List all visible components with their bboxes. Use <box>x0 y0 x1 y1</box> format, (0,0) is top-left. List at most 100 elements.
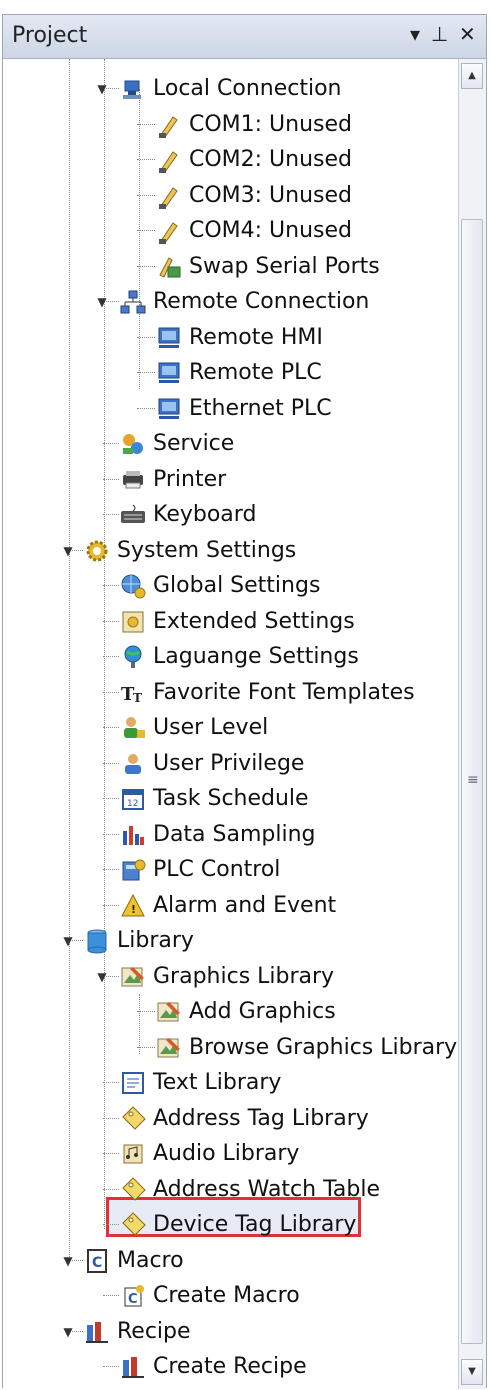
expand-toggle-icon[interactable]: ▼ <box>61 1322 75 1342</box>
tree-item[interactable]: COM3: Unused <box>3 181 458 217</box>
svg-text:C: C <box>92 1255 102 1271</box>
tree-item[interactable]: Audio Library <box>3 1139 458 1175</box>
tree-item-label: Library <box>117 928 194 953</box>
tree-item[interactable]: ! Alarm and Event <box>3 891 458 927</box>
pin-icon[interactable]: ⊥ <box>431 21 448 47</box>
graphics-icon <box>121 966 144 986</box>
tag-icon <box>122 1105 146 1130</box>
tree-item[interactable]: Swap Serial Ports <box>3 252 458 288</box>
expand-toggle-icon[interactable]: ▼ <box>95 292 109 312</box>
tree-item[interactable]: Address Watch Table <box>3 1175 458 1211</box>
tree-guide-line <box>137 230 155 231</box>
recipe-icon <box>119 1389 147 1390</box>
tree-item-label: Ethernet PLC <box>189 395 332 421</box>
tag-icon <box>122 1176 146 1201</box>
tree-item[interactable]: Keyboard <box>3 500 458 536</box>
tree-item[interactable]: COM4: Unused <box>3 216 458 252</box>
tree-item[interactable]: Browse Graphics Library <box>3 1033 458 1069</box>
expand-toggle-icon[interactable]: ▼ <box>61 931 75 951</box>
expand-toggle-icon[interactable]: ▼ <box>61 1251 75 1271</box>
plc-control-icon <box>122 859 146 881</box>
expand-toggle-icon[interactable]: ▼ <box>95 967 109 987</box>
tree-item-label: Create Recipe <box>153 1354 307 1379</box>
tree-item-label: COM1: Unused <box>189 111 353 137</box>
tree-item[interactable]: User Privilege <box>3 749 458 785</box>
scroll-down-button[interactable]: ▼ <box>461 1359 483 1385</box>
service-icon <box>123 434 143 454</box>
tree-item[interactable]: RD A <box>3 1388 458 1390</box>
language-icon <box>124 645 142 668</box>
tree-item[interactable]: User Level <box>3 713 458 749</box>
bar-chart-icon <box>123 825 144 845</box>
tree-item[interactable]: Text Library <box>3 1068 458 1104</box>
font-icon: TT <box>121 684 142 705</box>
tree-item-label: System Settings <box>117 537 297 563</box>
tree-item[interactable]: ▼ Local Connection <box>3 74 458 110</box>
close-icon[interactable]: ✕ <box>459 21 476 47</box>
tree-item[interactable]: ▼ System Settings <box>3 536 458 572</box>
tree-guide-line <box>103 1224 119 1225</box>
expand-toggle-icon[interactable]: ▼ <box>95 79 109 99</box>
tree-item[interactable]: Address Tag Library <box>3 1104 458 1140</box>
keyboard-icon <box>121 504 145 523</box>
tree-item[interactable]: Device Tag Library <box>3 1210 458 1246</box>
tree-item[interactable]: COM2: Unused <box>3 145 458 181</box>
tree-item-label: Create Macro <box>153 1283 300 1308</box>
scroll-thumb[interactable]: ≡ <box>461 219 483 1344</box>
tree-item-label: Remote PLC <box>189 360 322 385</box>
serial-cable-icon <box>159 186 178 209</box>
tree-guide-line <box>137 123 155 125</box>
user-privilege-icon <box>125 753 141 774</box>
globe-gear-icon <box>121 574 146 599</box>
tree-item[interactable]: ▼ Recipe <box>3 1317 458 1353</box>
tree-item[interactable]: Extended Settings <box>3 607 458 643</box>
dropdown-icon[interactable]: ▾ <box>410 21 420 47</box>
tree-item[interactable]: Laguange Settings <box>3 642 458 678</box>
tree-item[interactable]: Add Graphics <box>3 997 458 1033</box>
tree-item[interactable]: T T Favorite Font Templates <box>3 678 458 714</box>
network-icon <box>120 290 146 314</box>
tree-item-label: User Privilege <box>153 750 305 776</box>
tree-item[interactable]: Remote HMI <box>3 323 458 359</box>
tree-item[interactable]: C Create Macro <box>3 1281 458 1317</box>
tree-item[interactable]: Data Sampling <box>3 820 458 856</box>
scroll-up-button[interactable]: ▲ <box>461 63 483 89</box>
tree-item[interactable]: ▼ C Macro <box>3 1246 458 1282</box>
tree-guide-line <box>103 1188 119 1190</box>
expand-toggle-icon[interactable]: ▼ <box>61 541 75 561</box>
tree-item[interactable]: Printer <box>3 465 458 501</box>
tree-item-label: Address Watch Table <box>153 1176 380 1202</box>
tree-item-label: RD A <box>153 1389 207 1390</box>
tree-item-label: Device Tag Library <box>153 1212 357 1237</box>
tree-item-label: Address Tag Library <box>153 1105 369 1131</box>
tree-item[interactable]: Create Recipe <box>3 1352 458 1388</box>
calendar-icon: 12 <box>122 789 144 810</box>
tree-guide-line <box>103 798 119 799</box>
tree-guide-line <box>103 478 119 480</box>
tree-item-label: PLC Control <box>153 857 281 882</box>
tree-guide-line <box>137 372 155 373</box>
tree-item[interactable]: Service <box>3 429 458 465</box>
tree-guide-line <box>137 1011 155 1012</box>
tree-item[interactable]: ▼ Library <box>3 926 458 962</box>
tree-item[interactable]: COM1: Unused <box>3 110 458 146</box>
tree-item[interactable]: 12 Task Schedule <box>3 784 458 820</box>
tree-item-label: COM4: Unused <box>189 218 353 243</box>
tree-item[interactable]: Ethernet PLC <box>3 394 458 430</box>
tree-item[interactable]: PLC Control <box>3 855 458 891</box>
database-icon <box>87 929 107 954</box>
tree-item[interactable]: ▼ Graphics Library <box>3 962 458 998</box>
tree-item[interactable]: Remote PLC <box>3 358 458 394</box>
tree-item[interactable]: ▼ Remote Connection <box>3 287 458 323</box>
tree-item-label: Add Graphics <box>189 999 336 1024</box>
serial-cable-icon <box>159 151 178 173</box>
tree-item-label: Swap Serial Ports <box>189 253 380 279</box>
serial-cable-icon <box>159 115 178 138</box>
vertical-scrollbar[interactable]: ▲ ≡ ▼ <box>458 59 486 1389</box>
tree-item-label: Task Schedule <box>153 786 309 811</box>
tree-item-label: Printer <box>153 466 227 492</box>
panel-titlebar: Project ▾ ⊥ ✕ <box>3 15 486 59</box>
monitor-icon <box>158 398 180 419</box>
tree-guide-line <box>137 265 155 267</box>
tree-item[interactable]: Global Settings <box>3 571 458 607</box>
